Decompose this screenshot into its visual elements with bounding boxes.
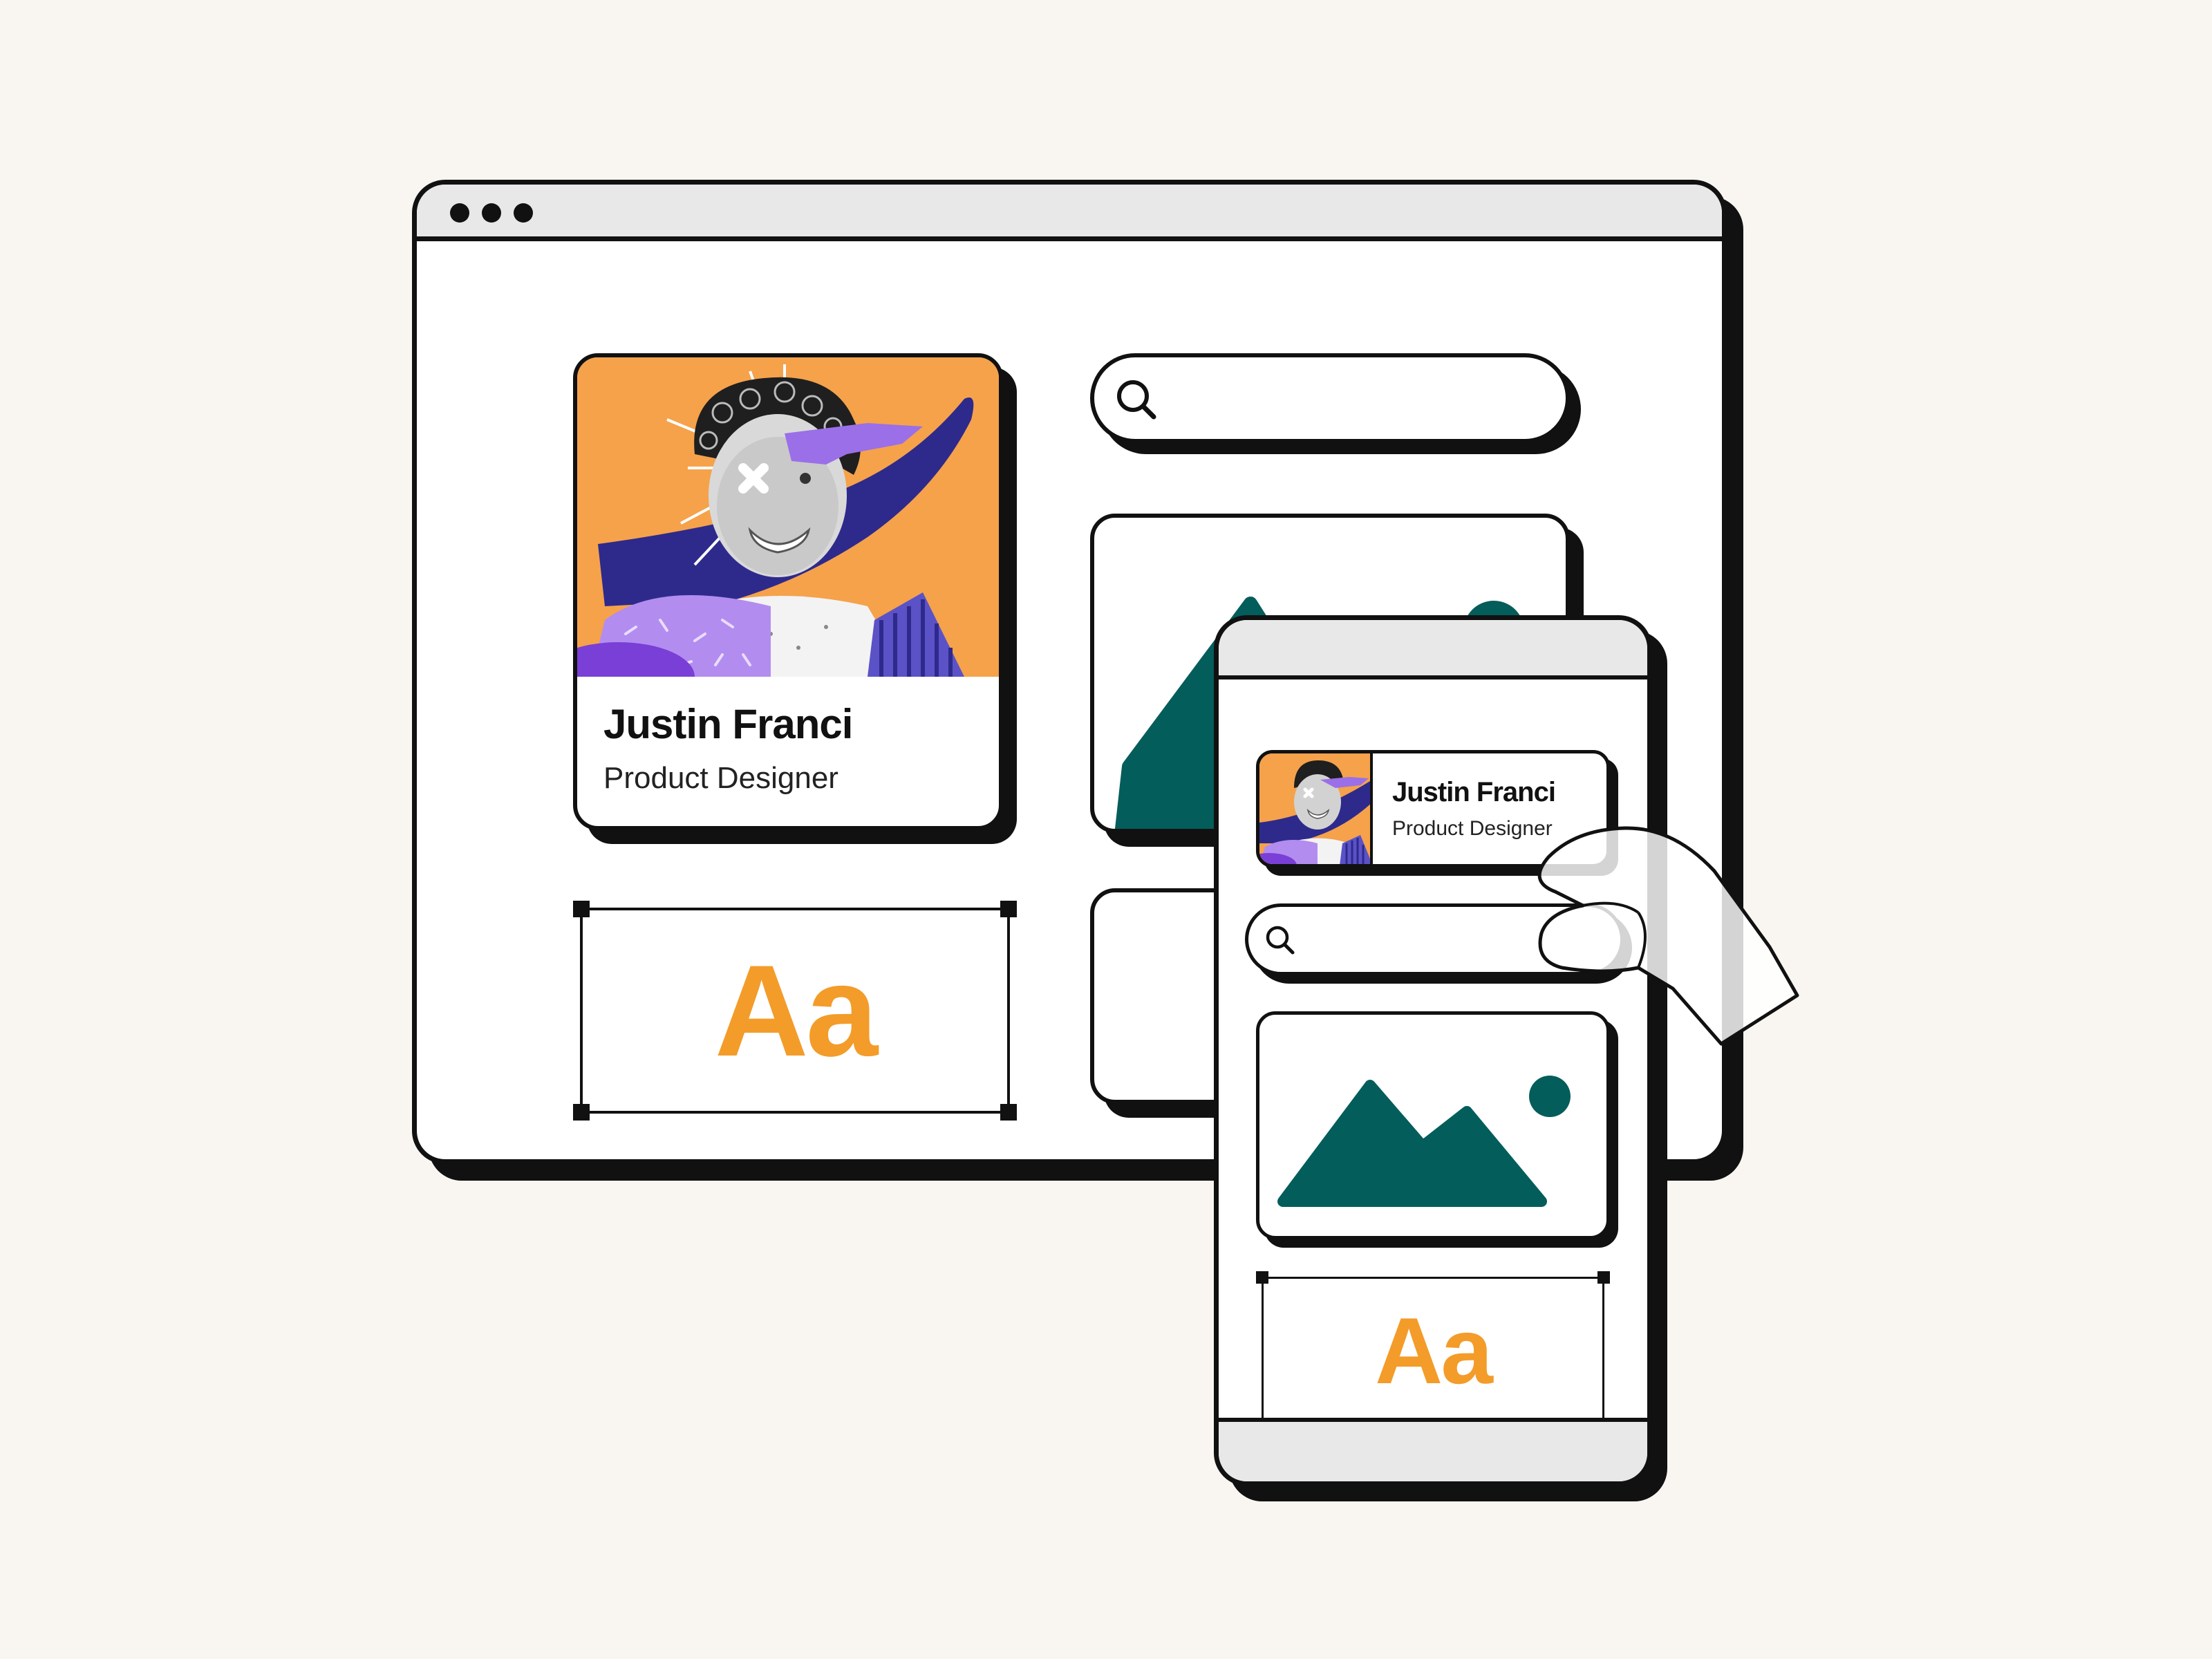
- mobile-device-window: Justin Franci Product Designer Aa: [1214, 615, 1652, 1486]
- search-bar[interactable]: [1090, 353, 1570, 443]
- profile-card[interactable]: Justin Franci Product Designer: [573, 353, 1003, 830]
- resize-handle[interactable]: [1256, 1271, 1268, 1284]
- profile-photo: [577, 357, 999, 677]
- window-control-dot[interactable]: [514, 203, 533, 223]
- resize-handle[interactable]: [573, 1104, 590, 1121]
- mobile-text-sample: Aa: [1375, 1297, 1493, 1403]
- window-control-dot[interactable]: [450, 203, 469, 223]
- resize-handle[interactable]: [1000, 1104, 1017, 1121]
- profile-name: Justin Franci: [603, 701, 853, 747]
- resize-handle[interactable]: [1000, 901, 1017, 917]
- text-sample: Aa: [714, 938, 878, 1083]
- resize-handle[interactable]: [1597, 1271, 1610, 1284]
- mobile-text-style-box[interactable]: Aa: [1256, 1271, 1610, 1422]
- mobile-home-bar: [1219, 1418, 1647, 1481]
- mobile-profile-name: Justin Franci: [1392, 777, 1556, 807]
- search-icon: [1266, 926, 1295, 955]
- window-titlebar: [417, 185, 1722, 241]
- search-input[interactable]: [1170, 371, 1546, 427]
- mobile-profile-photo: [1259, 753, 1373, 864]
- window-control-dot[interactable]: [482, 203, 501, 223]
- search-icon: [1117, 380, 1156, 420]
- mobile-status-bar: [1219, 620, 1647, 679]
- profile-role: Product Designer: [603, 761, 838, 795]
- hand-pointer-icon: [1537, 826, 1799, 1046]
- text-style-box[interactable]: Aa: [573, 901, 1017, 1121]
- resize-handle[interactable]: [573, 901, 590, 917]
